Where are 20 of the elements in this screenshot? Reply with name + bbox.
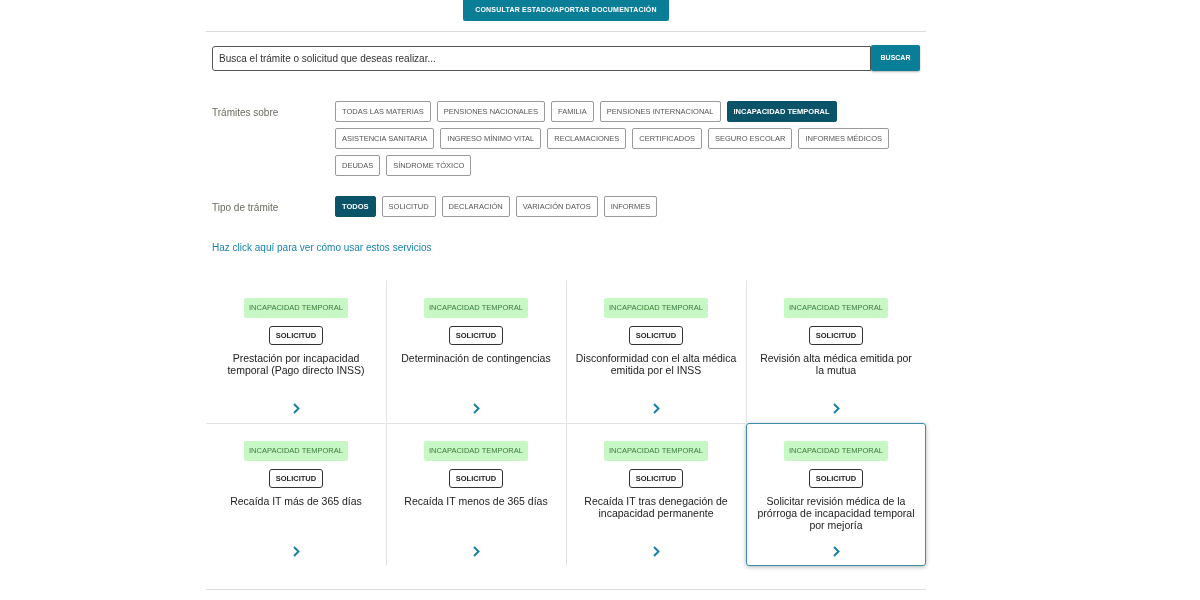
filter-label: Trámites sobre <box>212 106 280 120</box>
service-title: Revisión alta médica emitida por la mutua <box>759 352 913 376</box>
chevron-right-icon <box>292 546 300 557</box>
service-title: Recaída IT más de 365 días <box>230 495 362 507</box>
chevron-right-icon <box>652 403 660 414</box>
search-field[interactable]: Busca el trámite o solicitud que deseas realizar... <box>212 46 871 71</box>
service-title: Recaída IT tras denegación de incapacidad permanente <box>583 495 729 519</box>
service-title: Determinación de contingencias <box>401 352 551 364</box>
service-title: Prestación por incapacidad temporal (Pago directo INSS) <box>226 352 366 376</box>
service-title: Recaída IT menos de 365 días <box>404 495 548 507</box>
chevron-right-icon <box>472 403 480 414</box>
filter-label: Tipo de trámite <box>212 201 280 215</box>
chevron-right-icon <box>832 546 840 557</box>
service-title: Solicitar revisión médica de la prórroga de incapacidad temporal por mejoría <box>756 495 916 531</box>
service-title: Disconformidad con el alta médica emitida por el INSS <box>575 352 737 376</box>
help-link[interactable]: Haz click aquí para ver cómo usar estos servicios <box>212 242 432 254</box>
chevron-right-icon <box>832 403 840 414</box>
chevron-right-icon <box>652 546 660 557</box>
chevron-right-icon <box>292 403 300 414</box>
chevron-right-icon <box>472 546 480 557</box>
